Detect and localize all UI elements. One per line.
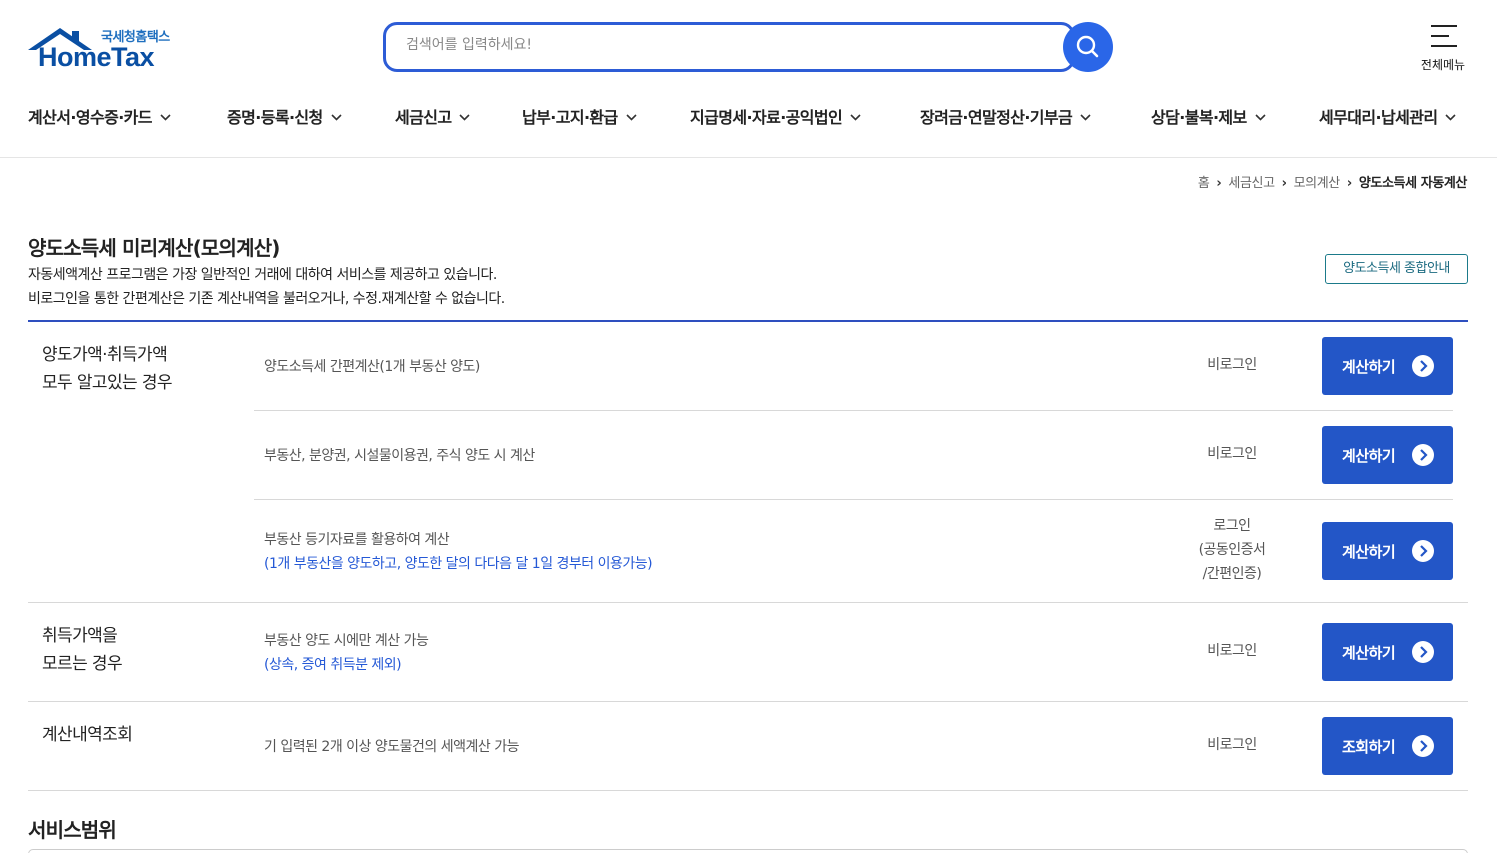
- site-header: 국세청홈택스 HomeTax 전체메뉴 계산서·영수증·카드 증명·등록·신청 …: [0, 0, 1497, 158]
- group-label: 모두 알고있는 경우: [42, 373, 173, 393]
- chevron-down-icon: [1080, 114, 1091, 121]
- row-login-status: 비로그인: [1207, 643, 1257, 659]
- chevron-right-circle-icon: [1412, 540, 1434, 562]
- row-login-status: 비로그인: [1207, 446, 1257, 462]
- row-login-status: 로그인 (공동인증서 /간편인증): [1172, 514, 1292, 586]
- breadcrumb-mock-calc[interactable]: 모의계산: [1294, 176, 1341, 191]
- login-method-label: /간편인증): [1202, 566, 1262, 582]
- breadcrumb-tax-report[interactable]: 세금신고: [1228, 176, 1275, 191]
- page-description-2: 비로그인을 통한 간편계산은 기존 계산내역을 불러오거나, 수정.재계산할 수…: [28, 291, 505, 307]
- group-label: 취득가액을: [42, 626, 118, 646]
- chevron-down-icon: [331, 114, 342, 121]
- service-scope-title: 서비스범위: [28, 818, 117, 842]
- group-divider: [28, 602, 1468, 603]
- chevron-right-circle-icon: [1412, 641, 1434, 663]
- search-input[interactable]: [406, 37, 1046, 53]
- nav-label: 장려금·연말정산·기부금: [920, 108, 1073, 127]
- row-registry-calc-text: 부동산 등기자료를 활용하여 계산: [264, 532, 450, 548]
- nav-label: 계산서·영수증·카드: [28, 108, 153, 127]
- breadcrumb-home[interactable]: 홈: [1198, 176, 1210, 191]
- breadcrumb-separator-icon: ›: [1281, 176, 1287, 191]
- nav-item-certificate[interactable]: 증명·등록·신청: [227, 104, 342, 128]
- nav-label: 증명·등록·신청: [227, 108, 323, 127]
- nav-label: 납부·고지·환급: [522, 108, 618, 127]
- nav-item-statement[interactable]: 지급명세·자료·공익법인: [690, 104, 861, 128]
- chevron-down-icon: [459, 114, 471, 121]
- nav-label: 상담·불복·제보: [1151, 108, 1247, 127]
- all-menu-label: 전체메뉴: [1420, 58, 1466, 72]
- nav-item-consult[interactable]: 상담·불복·제보: [1151, 104, 1266, 128]
- search-icon: [1076, 35, 1099, 58]
- nav-item-agent[interactable]: 세무대리·납세관리: [1319, 104, 1457, 128]
- button-label: 조회하기: [1342, 738, 1396, 756]
- row-divider: [254, 499, 1453, 500]
- row-login-status: 비로그인: [1207, 737, 1257, 753]
- row-history-text: 기 입력된 2개 이상 양도물건의 세액계산 가능: [264, 739, 519, 755]
- hometax-logo[interactable]: 국세청홈택스 HomeTax: [26, 24, 186, 76]
- nav-label: 세무대리·납세관리: [1319, 108, 1438, 127]
- nav-item-incentive[interactable]: 장려금·연말정산·기부금: [920, 104, 1091, 128]
- page-title: 양도소득세 미리계산(모의계산): [28, 236, 280, 260]
- nav-item-tax-report[interactable]: 세금신고: [395, 104, 471, 128]
- history-lookup-button[interactable]: 조회하기: [1322, 717, 1453, 775]
- button-label: 계산하기: [1342, 358, 1396, 376]
- row-estimate-calc-note: (상속, 증여 취득분 제외): [264, 657, 402, 673]
- nav-item-payment[interactable]: 납부·고지·환급: [522, 104, 637, 128]
- main-nav: 계산서·영수증·카드 증명·등록·신청 세금신고 납부·고지·환급 지급명세·자…: [0, 104, 1497, 130]
- login-method-label: (공동인증서: [1198, 542, 1266, 558]
- group-divider: [28, 701, 1468, 702]
- group-history-lookup: 계산내역조회: [42, 721, 133, 749]
- row-estimate-calc-text: 부동산 양도 시에만 계산 가능: [264, 633, 429, 649]
- button-label: 계산하기: [1342, 447, 1396, 465]
- row-login-status: 비로그인: [1207, 357, 1257, 373]
- chevron-down-icon: [160, 114, 171, 121]
- nav-item-invoice[interactable]: 계산서·영수증·카드: [28, 104, 171, 128]
- nav-label: 세금신고: [395, 108, 452, 127]
- capital-gains-guide-button[interactable]: 양도소득세 종합안내: [1325, 254, 1468, 284]
- general-calc-button[interactable]: 계산하기: [1322, 426, 1453, 484]
- simple-calc-button[interactable]: 계산하기: [1322, 337, 1453, 395]
- breadcrumb-separator-icon: ›: [1216, 176, 1222, 191]
- table-top-rule: [28, 320, 1468, 322]
- nav-label: 지급명세·자료·공익법인: [690, 108, 843, 127]
- breadcrumb-separator-icon: ›: [1346, 176, 1352, 191]
- logo-big-text: HomeTax: [38, 42, 155, 72]
- chevron-right-circle-icon: [1412, 444, 1434, 466]
- chevron-down-icon: [1255, 114, 1266, 121]
- search-button[interactable]: [1063, 22, 1113, 72]
- chevron-down-icon: [850, 114, 861, 121]
- row-divider: [254, 410, 1453, 411]
- chevron-down-icon: [1445, 114, 1457, 121]
- group-label: 양도가액·취득가액: [42, 345, 168, 365]
- breadcrumb: 홈 › 세금신고 › 모의계산 › 양도소득세 자동계산: [1198, 172, 1468, 191]
- breadcrumb-current: 양도소득세 자동계산: [1358, 176, 1468, 191]
- page-description-1: 자동세액계산 프로그램은 가장 일반적인 거래에 대하여 서비스를 제공하고 있…: [28, 267, 497, 283]
- group-divider: [28, 790, 1468, 791]
- service-scope-box: [28, 849, 1468, 853]
- group-known-prices: 양도가액·취득가액 모두 알고있는 경우: [42, 341, 173, 397]
- search-box: [383, 22, 1075, 72]
- chevron-right-circle-icon: [1412, 355, 1434, 377]
- estimate-calc-button[interactable]: 계산하기: [1322, 623, 1453, 681]
- button-label: 계산하기: [1342, 543, 1396, 561]
- registry-calc-button[interactable]: 계산하기: [1322, 522, 1453, 580]
- all-menu-button[interactable]: 전체메뉴: [1414, 22, 1472, 74]
- row-general-calc-text: 부동산, 분양권, 시설물이용권, 주식 양도 시 계산: [264, 448, 535, 464]
- group-unknown-acquisition: 취득가액을 모르는 경우: [42, 622, 123, 678]
- group-label: 계산내역조회: [42, 725, 133, 745]
- row-simple-calc-text: 양도소득세 간편계산(1개 부동산 양도): [264, 359, 480, 375]
- group-label: 모르는 경우: [42, 654, 123, 674]
- login-required-label: 로그인: [1213, 518, 1251, 534]
- row-registry-calc-note: (1개 부동산을 양도하고, 양도한 달의 다다음 달 1일 경부터 이용가능): [264, 556, 653, 572]
- hamburger-icon: [1431, 25, 1457, 47]
- button-label: 계산하기: [1342, 644, 1396, 662]
- chevron-down-icon: [626, 114, 637, 121]
- chevron-right-circle-icon: [1412, 735, 1434, 757]
